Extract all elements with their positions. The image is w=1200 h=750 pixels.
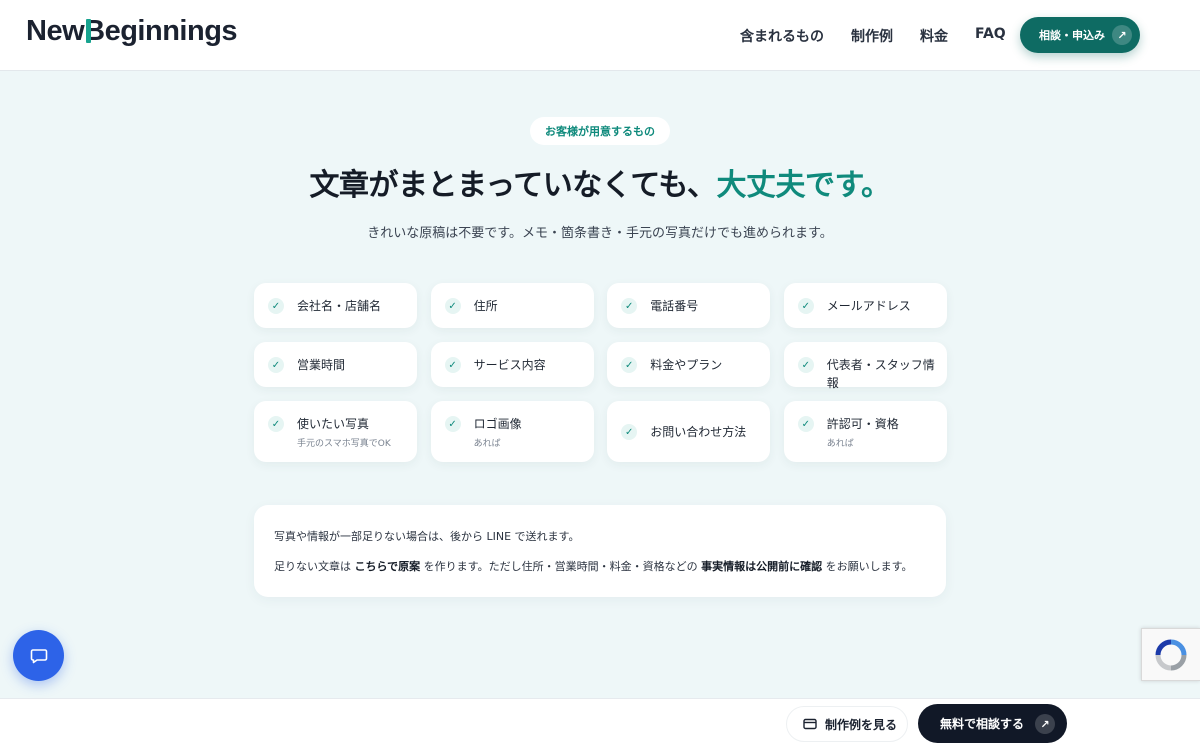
- nav-item-works[interactable]: 制作例: [851, 26, 893, 46]
- requirement-label: 営業時間: [297, 358, 346, 372]
- requirement-label: メールアドレス: [826, 299, 911, 313]
- check-icon: ✓: [621, 357, 638, 373]
- check-icon: ✓: [444, 416, 461, 432]
- free-consult-button[interactable]: 無料で相談する ↗: [918, 704, 1067, 743]
- requirement-note: あれば: [826, 439, 854, 449]
- section-subtext: きれいな原稿は不要です。メモ・箇条書き・手元の写真だけでも進められます。: [367, 226, 833, 241]
- requirement-note: 手元のスマホ写真でOK: [297, 439, 391, 449]
- check-icon: ✓: [444, 357, 461, 373]
- site-logo[interactable]: NewBeginnings: [26, 15, 238, 48]
- requirement-label: 料金やプラン: [650, 358, 723, 372]
- requirement-label: 許認可・資格: [826, 417, 899, 431]
- notice-text: を作ります。ただし住所・営業時間・料金・資格などの: [420, 560, 702, 573]
- requirement-label: 会社名・店舗名: [297, 299, 382, 313]
- check-icon: ✓: [621, 424, 638, 440]
- check-icon: ✓: [621, 298, 638, 314]
- requirement-label: 住所: [473, 299, 498, 313]
- heading-main: 文章がまとまっていなくても、: [309, 168, 718, 203]
- heading-accent: 大丈夫です。: [716, 168, 892, 203]
- check-icon: ✓: [444, 298, 461, 314]
- recaptcha-icon: [1155, 639, 1187, 670]
- requirement-card: ✓ 料金やプラン: [607, 342, 771, 387]
- notice-emphasis: 事実情報は公開前に確認: [701, 560, 823, 573]
- check-icon: ✓: [797, 298, 814, 314]
- requirement-card: ✓ ロゴ画像 あれば: [430, 401, 594, 462]
- requirement-card: ✓ お問い合わせ方法: [607, 401, 771, 462]
- check-icon: ✓: [268, 357, 284, 373]
- requirement-label: サービス内容: [473, 358, 546, 372]
- logo-letter-b: B: [84, 15, 105, 47]
- logo-text-pre: New: [26, 15, 85, 47]
- site-header: NewBeginnings 含まれるもの 制作例 料金 FAQ 相談・申込み ↗: [0, 0, 1200, 71]
- view-works-label: 制作例を見る: [825, 717, 898, 732]
- requirement-card: ✓ 使いたい写真 手元のスマホ写真でOK: [254, 401, 417, 462]
- requirement-card: ✓ 電話番号: [607, 283, 771, 328]
- chat-button[interactable]: [13, 630, 64, 681]
- check-icon: ✓: [797, 357, 814, 373]
- notice-text: 足りない文章は: [274, 560, 355, 573]
- credit-card-icon: [803, 718, 817, 730]
- requirement-card: ✓ 営業時間: [254, 342, 417, 387]
- requirement-label: 使いたい写真: [297, 417, 370, 431]
- consult-apply-label: 相談・申込み: [1039, 29, 1105, 42]
- notice-line-2: 足りない文章は こちらで原案 を作ります。ただし住所・営業時間・料金・資格などの…: [274, 559, 926, 575]
- requirement-label: 代表者・スタッフ情報: [826, 358, 935, 390]
- main-nav: 含まれるもの 制作例 料金 FAQ: [740, 26, 1006, 46]
- chat-bubble-icon: [30, 648, 47, 663]
- notice-line-1: 写真や情報が一部足りない場合は、後から LINE で送れます。: [274, 530, 580, 543]
- view-works-button[interactable]: 制作例を見る: [786, 706, 908, 742]
- notice-text: をお願いします。: [822, 560, 913, 573]
- section-pill: お客様が用意するもの: [530, 117, 670, 145]
- recaptcha-badge[interactable]: [1141, 628, 1200, 681]
- requirement-card: ✓ 会社名・店舗名: [254, 283, 417, 328]
- notice-box: 写真や情報が一部足りない場合は、後から LINE で送れます。 足りない文章は …: [254, 505, 946, 597]
- requirement-label: ロゴ画像: [473, 417, 522, 431]
- arrow-up-right-icon: ↗: [1112, 25, 1132, 45]
- arrow-up-right-icon: ↗: [1035, 714, 1055, 734]
- check-icon: ✓: [268, 298, 284, 314]
- requirement-label: 電話番号: [650, 299, 699, 313]
- requirement-card: ✓ 代表者・スタッフ情報: [783, 342, 947, 390]
- check-icon: ✓: [797, 416, 814, 432]
- nav-item-pricing[interactable]: 料金: [920, 26, 948, 46]
- notice-emphasis: こちらで原案: [354, 560, 421, 573]
- requirements-grid: ✓ 会社名・店舗名 ✓ 住所 ✓ 電話番号 ✓ メールアドレス ✓ 営業時間 ✓…: [254, 283, 947, 462]
- logo-text-post: eginnings: [104, 15, 238, 47]
- requirement-label: お問い合わせ方法: [650, 424, 747, 439]
- requirement-card: ✓ メールアドレス: [783, 283, 947, 328]
- requirement-card: ✓ 住所: [430, 283, 594, 328]
- nav-item-included[interactable]: 含まれるもの: [740, 26, 824, 46]
- check-icon: ✓: [268, 416, 284, 432]
- requirement-note: あれば: [473, 439, 501, 449]
- nav-item-faq[interactable]: FAQ: [975, 26, 1006, 46]
- free-consult-label: 無料で相談する: [940, 717, 1025, 731]
- requirement-card: ✓ サービス内容: [430, 342, 594, 387]
- consult-apply-button[interactable]: 相談・申込み ↗: [1020, 17, 1140, 53]
- requirement-card: ✓ 許認可・資格 あれば: [783, 401, 947, 462]
- section-heading: 文章がまとまっていなくても、大丈夫です。: [0, 160, 1200, 204]
